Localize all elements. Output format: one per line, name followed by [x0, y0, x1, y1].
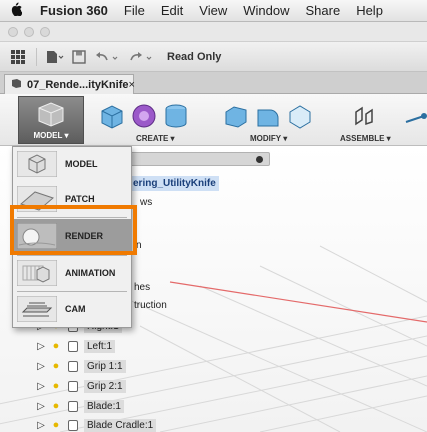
undo-icon[interactable]: [91, 47, 125, 67]
expand-arrow-icon[interactable]: ▷: [34, 361, 48, 372]
component-icon: [68, 360, 78, 372]
ribbon-toolbar: MODEL ▾ CREATE ▾ MODIFY ▾ ASSEMBLE ▾: [0, 94, 427, 146]
apple-icon[interactable]: [0, 2, 32, 19]
tree-row-label: Blade:1: [84, 399, 124, 413]
save-icon[interactable]: [67, 47, 91, 67]
menubar: Fusion 360 File Edit View Window Share H…: [0, 0, 427, 22]
workspace-option-patch[interactable]: PATCH: [13, 184, 131, 214]
browser-item-construction[interactable]: truction: [134, 298, 167, 313]
tree-row-label: Grip 2:1: [84, 379, 126, 393]
workspace-option-model[interactable]: MODEL: [13, 149, 131, 179]
component-icon: [68, 340, 78, 352]
menu-divider: [17, 255, 127, 256]
menu-edit[interactable]: Edit: [153, 3, 191, 18]
browser-panel-header[interactable]: [120, 152, 270, 166]
workspace-option-label: RENDER: [65, 231, 104, 241]
component-icon: [68, 380, 78, 392]
window-titlebar: [0, 22, 427, 42]
tree-row-label: Blade Cradle:1: [84, 418, 157, 432]
assemble-group-label[interactable]: ASSEMBLE ▾: [340, 134, 391, 143]
expand-arrow-icon[interactable]: ▷: [34, 401, 48, 412]
component-icon: [68, 419, 78, 431]
zoom-window-button[interactable]: [40, 27, 50, 37]
close-window-button[interactable]: [8, 27, 18, 37]
workspace-option-render[interactable]: RENDER: [13, 219, 131, 253]
render-icon: [17, 223, 57, 249]
document-tab-icon: [11, 78, 22, 92]
redo-icon[interactable]: [125, 47, 159, 67]
tree-row[interactable]: ▷ ● Blade:1: [0, 397, 124, 415]
document-tab-title: 07_Rende...ityKnife: [27, 78, 129, 91]
browser-item-sketches[interactable]: hes: [134, 280, 150, 295]
modify-shell-icon[interactable]: [286, 102, 314, 130]
component-icon: [68, 400, 78, 412]
menu-app-name[interactable]: Fusion 360: [32, 3, 116, 18]
visibility-bulb-icon[interactable]: ●: [48, 340, 64, 352]
document-tab-bar: 07_Rende...ityKnife ×: [0, 72, 427, 94]
tree-row[interactable]: ▷ ● Left:1: [0, 337, 116, 355]
visibility-bulb-icon[interactable]: ●: [48, 360, 64, 372]
patch-icon: [17, 186, 57, 212]
create-sketch-box-icon[interactable]: [98, 102, 126, 130]
document-tab[interactable]: 07_Rende...ityKnife ×: [4, 74, 135, 94]
quick-access-toolbar: Read Only: [0, 42, 427, 72]
menu-divider: [17, 291, 127, 292]
menu-divider: [17, 217, 127, 218]
workspace-dropdown-menu: MODEL PATCH RENDER ANIMATION CAM: [12, 146, 132, 328]
data-panel-grid-icon[interactable]: [6, 47, 30, 67]
assemble-joint-icon[interactable]: [350, 102, 378, 130]
browser-root-item[interactable]: ering_UtilityKnife: [130, 176, 219, 191]
tree-row[interactable]: ▷ ● Grip 2:1: [0, 377, 126, 395]
model-workspace-icon: [38, 102, 64, 127]
browser-toggle-icon[interactable]: [256, 156, 263, 163]
modify-fillet-icon[interactable]: [254, 102, 282, 130]
workspace-label: MODEL ▾: [33, 131, 69, 140]
visibility-bulb-icon[interactable]: ●: [48, 400, 64, 412]
menu-window[interactable]: Window: [235, 3, 297, 18]
create-sphere-icon[interactable]: [130, 102, 158, 130]
menu-file[interactable]: File: [116, 3, 153, 18]
create-group-label[interactable]: CREATE ▾: [136, 134, 175, 143]
menu-view[interactable]: View: [191, 3, 235, 18]
tree-row-label: Grip 1:1: [84, 359, 126, 373]
modify-press-pull-icon[interactable]: [222, 102, 250, 130]
cam-icon: [17, 296, 57, 322]
expand-arrow-icon[interactable]: ▷: [34, 341, 48, 352]
menu-help[interactable]: Help: [348, 3, 391, 18]
minimize-window-button[interactable]: [24, 27, 34, 37]
menu-share[interactable]: Share: [297, 3, 348, 18]
workspace-option-label: MODEL: [65, 159, 98, 169]
read-only-label: Read Only: [167, 50, 222, 63]
visibility-bulb-icon[interactable]: ●: [48, 380, 64, 392]
tree-row[interactable]: ▷ ● Grip 1:1: [0, 357, 126, 375]
workspace-option-label: CAM: [65, 304, 86, 314]
file-menu-icon[interactable]: [43, 47, 67, 67]
model-icon: [17, 151, 57, 177]
close-tab-icon[interactable]: ×: [128, 79, 134, 91]
browser-item-origin[interactable]: n: [136, 238, 142, 253]
tree-row[interactable]: ▷ ● Blade Cradle:1: [0, 416, 157, 432]
modify-group-label[interactable]: MODIFY ▾: [250, 134, 287, 143]
workspace-option-label: ANIMATION: [65, 268, 116, 278]
visibility-bulb-icon[interactable]: ●: [48, 419, 64, 431]
expand-arrow-icon[interactable]: ▷: [34, 381, 48, 392]
browser-item-named-views[interactable]: ws: [140, 195, 152, 210]
workspace-option-label: PATCH: [65, 194, 95, 204]
create-cylinder-icon[interactable]: [162, 102, 190, 130]
tree-row-label: Left:1: [84, 339, 116, 353]
expand-arrow-icon[interactable]: ▷: [34, 420, 48, 431]
workspace-switcher-button[interactable]: MODEL ▾: [18, 96, 84, 144]
workspace-option-animation[interactable]: ANIMATION: [13, 258, 131, 288]
animation-icon: [17, 260, 57, 286]
workspace-option-cam[interactable]: CAM: [13, 294, 131, 324]
construct-icon[interactable]: [404, 102, 427, 130]
